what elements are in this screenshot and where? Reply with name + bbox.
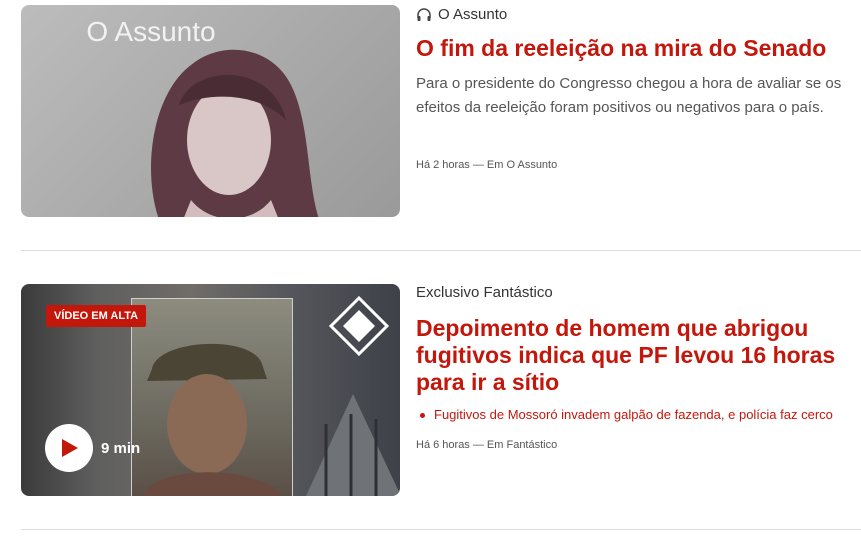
video-still-image <box>131 298 293 496</box>
feed-divider <box>21 529 861 530</box>
article-kicker: Exclusivo Fantástico <box>416 284 553 301</box>
article-headline-link[interactable]: O fim da reeleição na mira do Senado <box>416 35 856 62</box>
play-button[interactable] <box>45 424 93 472</box>
video-duration: 9 min <box>101 439 141 457</box>
article-headline-link[interactable]: Depoimento de homem que abrigou fugitivo… <box>416 315 856 396</box>
article-kicker: O Assunto <box>416 6 507 23</box>
fence-graphic <box>306 394 400 496</box>
article-meta: Há 6 horas — Em Fantástico <box>416 439 558 451</box>
headphones-icon <box>417 7 431 21</box>
host-portrait-image <box>151 49 319 217</box>
feed-item-o-assunto: O Assunto O Assunto O fim da reeleição n… <box>0 0 861 250</box>
podcast-thumbnail[interactable]: O Assunto <box>21 5 400 217</box>
article-summary: Para o presidente do Congresso chegou a … <box>416 75 842 116</box>
video-thumbnail[interactable]: VÍDEO EM ALTA 9 min <box>21 284 400 496</box>
bullet-icon <box>420 413 425 419</box>
article-meta: Há 2 horas — Em O Assunto <box>416 159 558 171</box>
video-play-control[interactable]: 9 min <box>45 424 140 472</box>
play-icon <box>62 439 78 457</box>
related-article-text: Fugitivos de Mossoró invadem galpão de f… <box>434 407 833 422</box>
kicker-label: O Assunto <box>438 6 508 23</box>
fantastico-logo-icon <box>329 296 389 356</box>
trending-video-badge: VÍDEO EM ALTA <box>46 305 147 327</box>
feed-item-fantastico: VÍDEO EM ALTA 9 min Exclusivo Fantástico… <box>0 251 861 530</box>
related-article-link[interactable]: Fugitivos de Mossoró invadem galpão de f… <box>420 407 861 422</box>
